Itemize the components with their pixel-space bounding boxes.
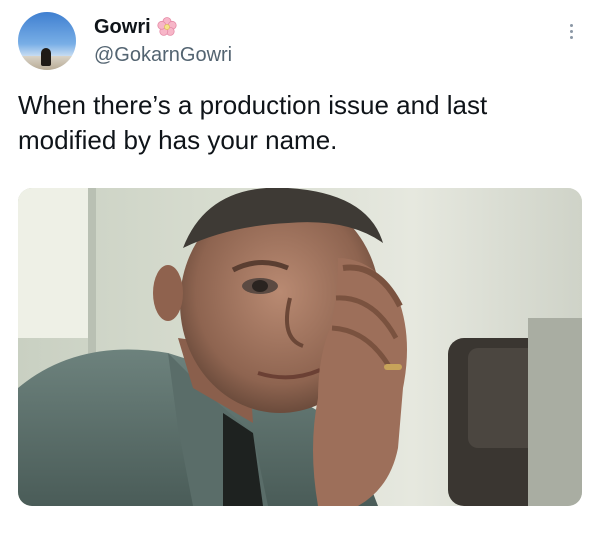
media-illustration	[18, 188, 582, 506]
avatar[interactable]	[18, 12, 76, 70]
author-name-row: Gowri	[94, 14, 179, 40]
more-options-icon[interactable]	[561, 22, 581, 48]
cherry-blossom-icon	[155, 15, 179, 39]
tweet-text: When there’s a production issue and last…	[18, 90, 488, 155]
author-display-name[interactable]: Gowri	[94, 16, 151, 39]
tweet-media-image[interactable]	[18, 188, 582, 506]
author-handle[interactable]: @GokarnGowri	[94, 44, 232, 67]
